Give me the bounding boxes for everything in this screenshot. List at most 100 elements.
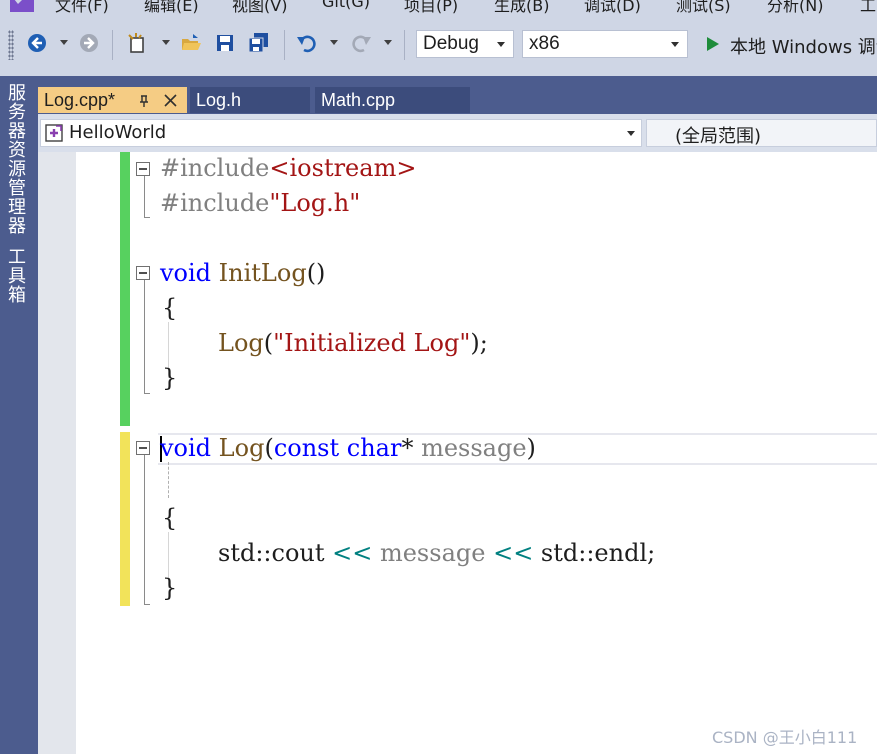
- toolbox-tab[interactable]: 工具箱: [6, 248, 28, 305]
- redo-dropdown-icon[interactable]: [384, 40, 392, 45]
- document-tab-strip: Log.cpp* Log.h Math.cpp: [38, 76, 877, 114]
- save-all-icon: [248, 33, 268, 53]
- menu-tools[interactable]: 工: [860, 0, 876, 14]
- namespace-member: std::endl;: [533, 539, 656, 567]
- navigate-forward-button[interactable]: [78, 32, 100, 54]
- outline-guide: [144, 217, 150, 218]
- menu-analyze[interactable]: 分析(N): [767, 0, 823, 14]
- navigation-bar: HelloWorld (全局范围): [38, 114, 877, 152]
- collapse-icon[interactable]: [136, 162, 150, 176]
- code-line-13[interactable]: }: [162, 574, 177, 602]
- tab-math-cpp[interactable]: Math.cpp: [315, 87, 470, 113]
- include-path: <iostream>: [269, 154, 417, 182]
- open-file-button[interactable]: [180, 32, 202, 54]
- scope-name: (全局范围): [675, 126, 762, 147]
- keyword: void: [160, 434, 212, 462]
- menu-file[interactable]: 文件(F): [55, 0, 109, 14]
- code-line-4[interactable]: void InitLog(): [160, 259, 325, 287]
- new-dropdown-icon[interactable]: [162, 40, 170, 45]
- new-project-button[interactable]: [126, 32, 148, 54]
- toolbar-separator: [284, 30, 285, 60]
- back-dropdown-icon[interactable]: [60, 40, 68, 45]
- pointer-operator: *: [401, 434, 414, 462]
- collapse-icon[interactable]: [136, 441, 150, 455]
- parameter: message: [372, 539, 494, 567]
- code-line-2[interactable]: #include"Log.h": [160, 189, 360, 217]
- code-line-9[interactable]: void Log(const char* message): [160, 434, 536, 462]
- forward-arrow-icon: [80, 34, 98, 52]
- menu-bar: 文件(F) 编辑(E) 视图(V) Git(G) 项目(P) 生成(B) 调试(…: [0, 0, 877, 14]
- brace: }: [162, 364, 178, 392]
- code-line-5[interactable]: {: [162, 294, 177, 322]
- menu-git[interactable]: Git(G): [322, 0, 370, 11]
- toolbar: Debug x86 本地 Windows 调试器: [0, 14, 877, 76]
- string-literal: "Initialized Log": [273, 329, 471, 357]
- menu-debug[interactable]: 调试(D): [584, 0, 641, 14]
- code-line-11[interactable]: {: [162, 504, 177, 532]
- outline-guide: [144, 604, 150, 605]
- project-dropdown[interactable]: HelloWorld: [40, 119, 642, 147]
- change-indicator-unsaved: [120, 432, 130, 606]
- start-debugging-label: 本地 Windows 调试器: [730, 37, 877, 58]
- brace: {: [162, 504, 178, 532]
- chevron-down-icon: [671, 42, 679, 47]
- keyword: char: [339, 434, 402, 462]
- configuration-value: Debug: [423, 33, 479, 54]
- stream-operator: <<: [493, 539, 534, 567]
- save-disk-icon: [217, 35, 233, 51]
- redo-button[interactable]: [350, 32, 372, 54]
- toolbar-separator: [404, 30, 405, 60]
- undo-button[interactable]: [296, 32, 318, 54]
- navigate-back-button[interactable]: [26, 32, 48, 54]
- editor-margin: [38, 152, 76, 754]
- parenthesis: (: [263, 329, 274, 357]
- tab-label: Log.h: [196, 90, 242, 110]
- server-explorer-tab[interactable]: 服务器资源管理器: [6, 84, 28, 236]
- save-button[interactable]: [214, 32, 236, 54]
- tab-label: Math.cpp: [321, 90, 396, 110]
- code-editor[interactable]: #include<iostream> #include"Log.h" void …: [38, 152, 877, 754]
- function-name: InitLog: [211, 259, 307, 287]
- platform-value: x86: [529, 33, 560, 54]
- project-icon: [45, 124, 63, 142]
- code-line-6[interactable]: Log("Initialized Log");: [218, 329, 488, 357]
- close-icon[interactable]: [164, 94, 177, 107]
- tab-log-h[interactable]: Log.h: [190, 87, 310, 113]
- outline-guide: [144, 280, 145, 394]
- menu-view[interactable]: 视图(V): [232, 0, 287, 14]
- watermark: CSDN @王小白111: [712, 728, 858, 747]
- include-path: "Log.h": [269, 189, 361, 217]
- menu-build[interactable]: 生成(B): [494, 0, 549, 14]
- code-line-12[interactable]: std::cout << message << std::endl;: [218, 539, 655, 567]
- brace: {: [162, 294, 178, 322]
- tab-label: Log.cpp*: [44, 90, 116, 110]
- stream-operator: <<: [332, 539, 373, 567]
- play-icon: [707, 37, 719, 51]
- new-item-icon: [128, 33, 144, 53]
- change-indicator-saved: [120, 152, 130, 426]
- toolbar-grip-icon[interactable]: [8, 30, 14, 60]
- tab-log-cpp[interactable]: Log.cpp*: [38, 87, 187, 113]
- solution-platform-dropdown[interactable]: x86: [522, 30, 688, 58]
- menu-project[interactable]: 项目(P): [404, 0, 458, 14]
- menu-edit[interactable]: 编辑(E): [144, 0, 199, 14]
- collapse-icon[interactable]: [136, 266, 150, 280]
- indent-guide: [168, 462, 170, 498]
- back-arrow-icon: [28, 34, 46, 52]
- menu-test[interactable]: 测试(S): [676, 0, 731, 14]
- chevron-down-icon: [627, 131, 635, 136]
- parenthesis: (: [264, 434, 274, 462]
- save-all-button[interactable]: [248, 32, 270, 54]
- solution-configuration-dropdown[interactable]: Debug: [416, 30, 514, 58]
- code-line-1[interactable]: #include<iostream>: [160, 154, 416, 182]
- toolbar-separator: [112, 30, 113, 60]
- scope-dropdown[interactable]: (全局范围): [646, 119, 877, 147]
- pin-icon[interactable]: [138, 95, 150, 107]
- function-name: Log: [211, 434, 265, 462]
- start-debugging-button[interactable]: 本地 Windows 调试器: [702, 32, 877, 58]
- code-line-7[interactable]: }: [162, 364, 177, 392]
- project-name: HelloWorld: [69, 122, 167, 143]
- parenthesis: );: [470, 329, 488, 357]
- undo-dropdown-icon[interactable]: [330, 40, 338, 45]
- parameter: message: [413, 434, 527, 462]
